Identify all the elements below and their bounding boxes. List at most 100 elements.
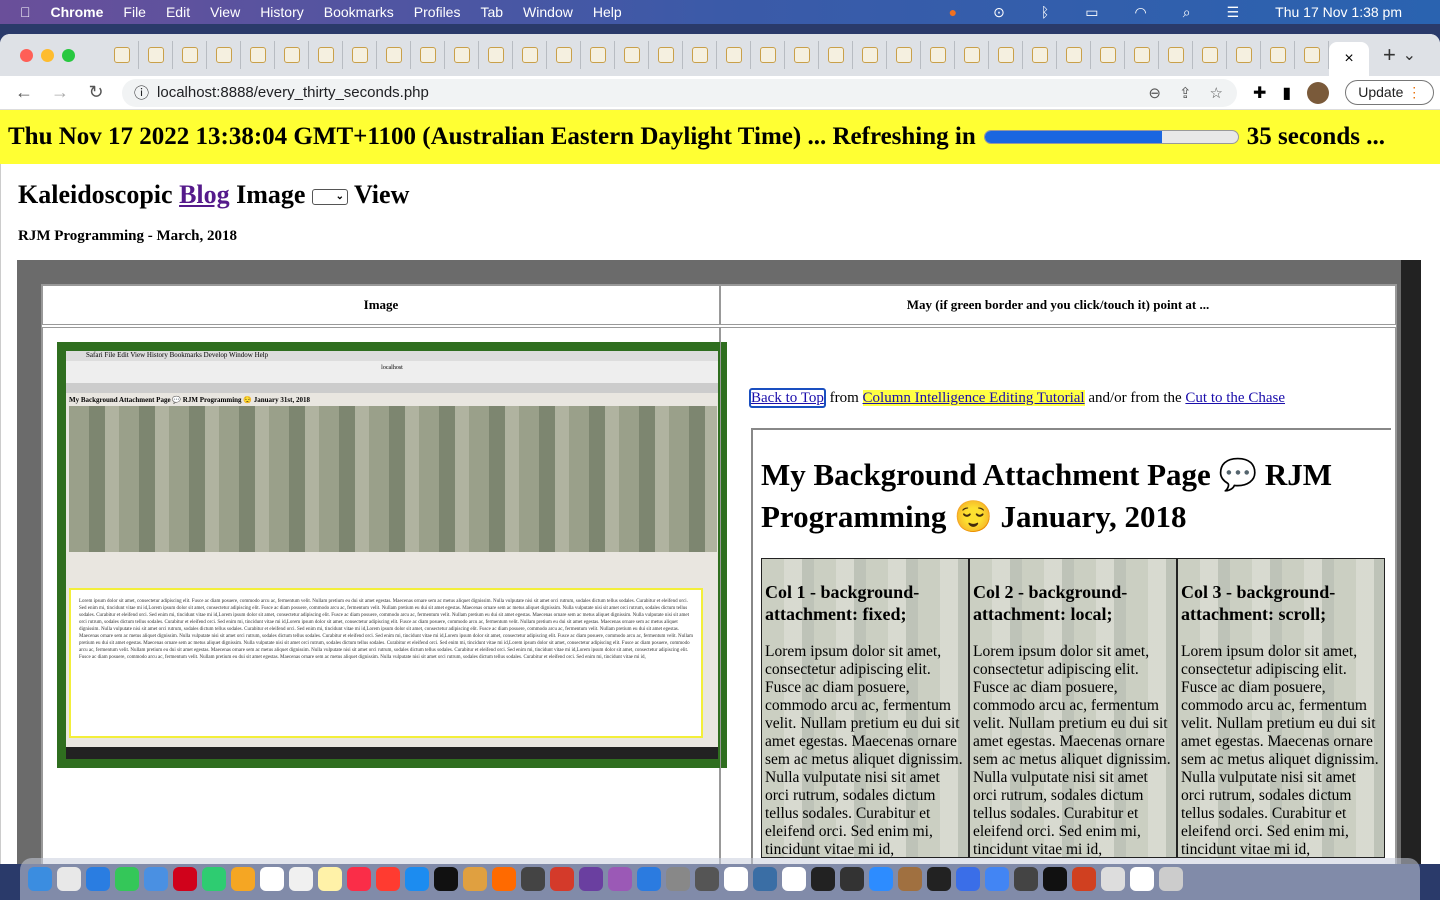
address-bar[interactable]: ⓘ localhost:8888/every_thirty_seconds.ph… bbox=[122, 78, 1237, 107]
browser-tab[interactable] bbox=[955, 41, 989, 69]
menu-file[interactable]: File bbox=[123, 4, 146, 20]
star-icon[interactable]: ☆ bbox=[1210, 84, 1223, 102]
browser-tab[interactable] bbox=[649, 41, 683, 69]
zoom-window-button[interactable] bbox=[62, 48, 75, 62]
dock-app-icon[interactable] bbox=[608, 867, 632, 891]
browser-tab[interactable] bbox=[581, 41, 615, 69]
browser-tab[interactable] bbox=[1057, 41, 1091, 69]
tab-search-button[interactable]: ⌄ bbox=[1403, 45, 1416, 65]
browser-tab[interactable] bbox=[241, 41, 275, 69]
apple-icon[interactable]:  bbox=[20, 4, 31, 20]
elephant-icon[interactable]: ● bbox=[949, 4, 957, 20]
dock-app-icon[interactable] bbox=[173, 867, 197, 891]
dock-app-icon[interactable] bbox=[231, 867, 255, 891]
browser-tab[interactable] bbox=[411, 41, 445, 69]
wifi-icon[interactable]: ◠ bbox=[1135, 4, 1147, 21]
info-icon[interactable]: ⓘ bbox=[134, 82, 149, 103]
menu-history[interactable]: History bbox=[260, 4, 304, 20]
avatar[interactable] bbox=[1307, 81, 1330, 104]
play-icon[interactable]: ⊙ bbox=[993, 4, 1005, 21]
dock-app-icon[interactable] bbox=[550, 867, 574, 891]
dock-app-icon[interactable] bbox=[492, 867, 516, 891]
browser-tab[interactable] bbox=[479, 41, 513, 69]
browser-tab[interactable] bbox=[1023, 41, 1057, 69]
dock-app-icon[interactable] bbox=[579, 867, 603, 891]
blog-link[interactable]: Blog bbox=[179, 180, 230, 209]
dock-app-icon[interactable] bbox=[898, 867, 922, 891]
browser-tab[interactable] bbox=[1193, 41, 1227, 69]
browser-tab[interactable] bbox=[1159, 41, 1193, 69]
browser-tab[interactable] bbox=[1261, 41, 1295, 69]
dock-app-icon[interactable] bbox=[202, 867, 226, 891]
dock-app-icon[interactable] bbox=[289, 867, 313, 891]
close-window-button[interactable] bbox=[20, 48, 33, 62]
browser-tab[interactable] bbox=[139, 41, 173, 69]
browser-tab[interactable] bbox=[751, 41, 785, 69]
browser-tab[interactable] bbox=[309, 41, 343, 69]
browser-tab[interactable] bbox=[1227, 41, 1261, 69]
browser-tab[interactable] bbox=[1091, 41, 1125, 69]
dock-app-icon[interactable] bbox=[985, 867, 1009, 891]
dock-app-icon[interactable] bbox=[1072, 867, 1096, 891]
menu-window[interactable]: Window bbox=[523, 4, 573, 20]
dock-app-icon[interactable] bbox=[115, 867, 139, 891]
menu-tab[interactable]: Tab bbox=[480, 4, 503, 20]
menu-bookmarks[interactable]: Bookmarks bbox=[324, 4, 394, 20]
share-icon[interactable]: ⇪ bbox=[1179, 84, 1192, 102]
menu-app-name[interactable]: Chrome bbox=[51, 4, 104, 20]
browser-tab[interactable] bbox=[105, 41, 139, 69]
update-button[interactable]: Update ⋮ bbox=[1345, 80, 1435, 105]
dock-app-icon[interactable] bbox=[86, 867, 110, 891]
browser-tab[interactable] bbox=[275, 41, 309, 69]
close-tab-icon[interactable]: × bbox=[1344, 50, 1353, 68]
dock-app-icon[interactable] bbox=[144, 867, 168, 891]
clock[interactable]: Thu 17 Nov 1:38 pm bbox=[1275, 4, 1402, 20]
dock-app-icon[interactable] bbox=[869, 867, 893, 891]
dock-app-icon[interactable] bbox=[1159, 867, 1183, 891]
menu-profiles[interactable]: Profiles bbox=[414, 4, 461, 20]
browser-tab[interactable] bbox=[819, 41, 853, 69]
minimize-window-button[interactable] bbox=[41, 48, 54, 62]
dock-app-icon[interactable] bbox=[434, 867, 458, 891]
dock-app-icon[interactable] bbox=[927, 867, 951, 891]
dock-app-icon[interactable] bbox=[521, 867, 545, 891]
browser-tab[interactable] bbox=[377, 41, 411, 69]
browser-tab[interactable] bbox=[853, 41, 887, 69]
dock-app-icon[interactable] bbox=[666, 867, 690, 891]
menu-view[interactable]: View bbox=[210, 4, 240, 20]
browser-tab[interactable] bbox=[343, 41, 377, 69]
menu-help[interactable]: Help bbox=[593, 4, 622, 20]
blog-screenshot-image[interactable]: Safari File Edit View History Bookmarks … bbox=[57, 342, 727, 768]
dock-app-icon[interactable] bbox=[840, 867, 864, 891]
view-select[interactable]: ⌄ bbox=[311, 189, 348, 206]
browser-tab[interactable] bbox=[717, 41, 751, 69]
dock-app-icon[interactable] bbox=[956, 867, 980, 891]
browser-tab[interactable] bbox=[921, 41, 955, 69]
dock-app-icon[interactable] bbox=[318, 867, 342, 891]
dock-app-icon[interactable] bbox=[57, 867, 81, 891]
dock-app-icon[interactable] bbox=[695, 867, 719, 891]
dock-app-icon[interactable] bbox=[1043, 867, 1067, 891]
browser-tab[interactable] bbox=[683, 41, 717, 69]
browser-tab[interactable] bbox=[887, 41, 921, 69]
browser-tab[interactable] bbox=[1295, 41, 1329, 69]
control-center-icon[interactable]: ☰ bbox=[1227, 4, 1240, 21]
bluetooth-icon[interactable]: ᛒ bbox=[1041, 4, 1049, 20]
browser-tab[interactable] bbox=[547, 41, 581, 69]
more-icon[interactable]: ⋮ bbox=[1407, 84, 1421, 100]
dock-app-icon[interactable] bbox=[463, 867, 487, 891]
browser-tab[interactable] bbox=[615, 41, 649, 69]
dock-app-icon[interactable] bbox=[28, 867, 52, 891]
cut-to-chase-link[interactable]: Cut to the Chase bbox=[1185, 390, 1285, 406]
dock-app-icon[interactable] bbox=[724, 867, 748, 891]
reload-icon[interactable]: ↻ bbox=[86, 82, 106, 103]
back-to-top-link[interactable]: Back to Top bbox=[749, 388, 826, 408]
forward-icon[interactable]: → bbox=[50, 82, 70, 103]
dock-app-icon[interactable] bbox=[1101, 867, 1125, 891]
dock-app-icon[interactable] bbox=[811, 867, 835, 891]
browser-tab[interactable] bbox=[207, 41, 241, 69]
tutorial-link[interactable]: Column Intelligence Editing Tutorial bbox=[862, 390, 1085, 406]
browser-tab[interactable] bbox=[785, 41, 819, 69]
dock-app-icon[interactable] bbox=[260, 867, 284, 891]
dock-app-icon[interactable] bbox=[1130, 867, 1154, 891]
